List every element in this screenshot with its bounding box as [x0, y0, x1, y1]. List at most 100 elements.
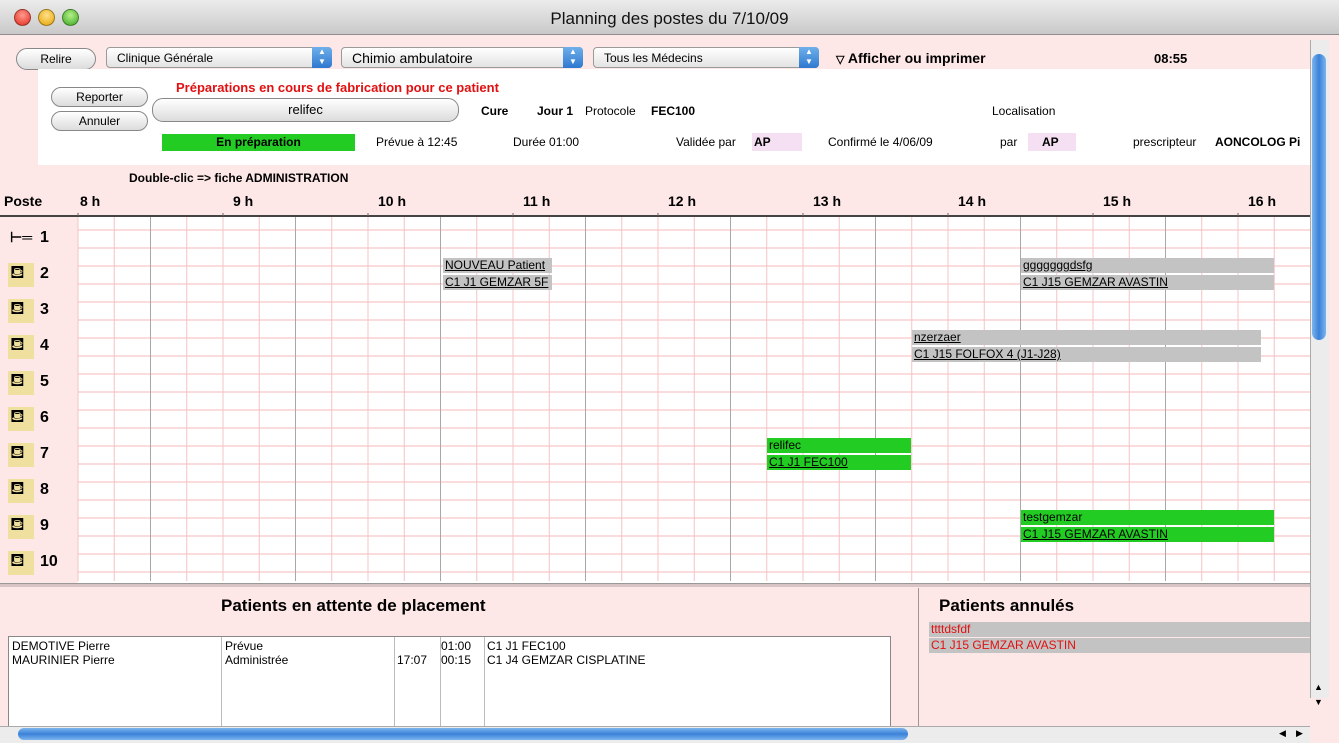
event-patient: relifec	[767, 438, 911, 453]
waiting-col-sep-2	[394, 637, 395, 729]
vertical-scroll-thumb[interactable]	[1312, 54, 1326, 340]
hour-label: 11 h	[523, 193, 551, 209]
hour-label: 12 h	[668, 193, 697, 209]
service-select-value: Chimio ambulatoire	[352, 50, 473, 66]
postpone-button[interactable]: Reporter	[51, 87, 148, 107]
validated-by-field[interactable]: AP	[752, 133, 802, 151]
poste-row-5[interactable]: ⛾ 5	[0, 365, 78, 401]
waiting-col-sep-1	[221, 637, 222, 729]
event-protocol: C1 J15 GEMZAR AVASTIN	[1021, 275, 1274, 290]
disclosure-triangle-icon: ▽	[836, 54, 845, 66]
select-arrows-icon: ▲ ▼	[799, 47, 819, 68]
bed-icon-glyph: ⊢═	[10, 229, 33, 245]
doctor-select[interactable]: Tous les Médecins ▲ ▼	[593, 47, 819, 68]
event-protocol: C1 J15 FOLFOX 4 (J1-J28)	[912, 347, 1261, 362]
reload-button[interactable]: Relire	[16, 48, 96, 70]
chair-icon-glyph: ⛾	[10, 370, 25, 390]
event-patient: nzerzaer	[912, 330, 1261, 345]
poste-row-7[interactable]: ⛾ 7	[0, 437, 78, 473]
display-print-toggle[interactable]: ▽ Afficher ou imprimer	[836, 50, 986, 66]
cancelled-protocol: C1 J15 GEMZAR AVASTIN	[929, 638, 1310, 653]
chair-icon: ⛾	[8, 406, 34, 431]
hour-label: 9 h	[233, 193, 254, 209]
chair-icon-glyph: ⛾	[10, 550, 25, 570]
preparation-status-badge: En préparation	[162, 134, 355, 151]
chair-icon-glyph: ⛾	[10, 262, 25, 282]
day-value: Jour 1	[537, 104, 574, 118]
hour-label: 13 h	[813, 193, 842, 209]
validated-by-label: Validée par	[676, 135, 736, 149]
display-print-label: Afficher ou imprimer	[847, 50, 986, 66]
waiting-duration: 01:00	[441, 639, 472, 653]
poste-number: 7	[40, 445, 49, 462]
chair-icon-glyph: ⛾	[10, 442, 25, 462]
cancelled-item[interactable]: ttttdsfdf C1 J15 GEMZAR AVASTIN	[929, 622, 1310, 653]
localisation-label: Localisation	[992, 104, 1056, 118]
poste-number: 9	[40, 517, 49, 534]
chair-icon: ⛾	[8, 334, 34, 359]
bottom-divider	[0, 583, 1310, 587]
waiting-name[interactable]: MAURINIER Pierre	[12, 653, 115, 667]
waiting-col-sep-4	[484, 637, 485, 729]
poste-row-9[interactable]: ⛾ 9	[0, 509, 78, 545]
scroll-down-arrow-icon[interactable]: ▼	[1314, 697, 1323, 707]
poste-row-2[interactable]: ⛾ 2	[0, 257, 78, 293]
poste-number: 10	[40, 553, 58, 570]
chair-icon: ⛾	[8, 262, 34, 287]
chair-icon: ⛾	[8, 370, 34, 395]
hour-label: 16 h	[1248, 193, 1277, 209]
current-time: 08:55	[1154, 51, 1188, 66]
poste-number: 5	[40, 373, 49, 390]
chair-icon: ⛾	[8, 514, 34, 539]
chair-icon-glyph: ⛾	[10, 298, 25, 318]
scroll-left-arrow-icon[interactable]: ◀	[1279, 728, 1286, 739]
waiting-list-title: Patients en attente de placement	[221, 596, 486, 615]
poste-number: 8	[40, 481, 49, 498]
scroll-right-arrow-icon[interactable]: ▶	[1296, 728, 1303, 739]
chair-icon: ⛾	[8, 550, 34, 575]
bed-icon: ⊢═	[8, 227, 34, 251]
prescriber-label: prescripteur	[1133, 135, 1197, 149]
prescriber-value: AONCOLOG Pi	[1215, 135, 1301, 149]
poste-number: 2	[40, 265, 49, 282]
chair-icon-glyph: ⛾	[10, 334, 25, 354]
service-select[interactable]: Chimio ambulatoire ▲ ▼	[341, 47, 583, 68]
waiting-time: 17:07	[397, 653, 428, 667]
chair-icon: ⛾	[8, 442, 34, 467]
confirmed-by-field[interactable]: AP	[1028, 133, 1076, 151]
poste-row-1[interactable]: ⊢═ 1	[0, 221, 78, 257]
preparation-header: Préparations en cours de fabrication pou…	[176, 80, 499, 95]
planned-time: Prévue à 12:45	[376, 135, 458, 149]
poste-row-8[interactable]: ⛾ 8	[0, 473, 78, 509]
cure-label: Cure	[481, 104, 509, 118]
clinic-select[interactable]: Clinique Générale ▲ ▼	[106, 47, 332, 68]
event-patient: testgemzar	[1021, 510, 1274, 525]
cancel-button[interactable]: Annuler	[51, 111, 148, 131]
hour-label: 10 h	[378, 193, 407, 209]
chair-icon-glyph: ⛾	[10, 514, 25, 534]
hour-label: 15 h	[1103, 193, 1132, 209]
cancelled-panel-divider	[918, 588, 919, 726]
waiting-status: Prévue	[225, 639, 264, 653]
patient-name-field[interactable]: relifec	[152, 98, 459, 122]
scroll-up-arrow-icon[interactable]: ▲	[1314, 682, 1323, 692]
poste-row-4[interactable]: ⛾ 4	[0, 329, 78, 365]
poste-number: 3	[40, 301, 49, 318]
clinic-select-value: Clinique Générale	[117, 51, 214, 65]
poste-column-header: Poste	[4, 193, 43, 209]
chair-icon-glyph: ⛾	[10, 478, 25, 498]
waiting-name[interactable]: DEMOTIVE Pierre	[12, 639, 110, 653]
poste-number: 4	[40, 337, 49, 354]
chair-icon-glyph: ⛾	[10, 406, 25, 426]
cancelled-patient-name: ttttdsfdf	[929, 622, 1310, 637]
window-titlebar: Planning des postes du 7/10/09	[0, 0, 1339, 35]
select-arrows-icon: ▲ ▼	[312, 47, 332, 68]
horizontal-scroll-thumb[interactable]	[18, 728, 908, 740]
poste-number: 6	[40, 409, 49, 426]
poste-row-3[interactable]: ⛾ 3	[0, 293, 78, 329]
poste-row-10[interactable]: ⛾ 10	[0, 545, 78, 581]
event-protocol: C1 J1 GEMZAR 5F	[443, 275, 552, 290]
window-title: Planning des postes du 7/10/09	[550, 9, 789, 28]
poste-row-6[interactable]: ⛾ 6	[0, 401, 78, 437]
chair-icon: ⛾	[8, 478, 34, 503]
